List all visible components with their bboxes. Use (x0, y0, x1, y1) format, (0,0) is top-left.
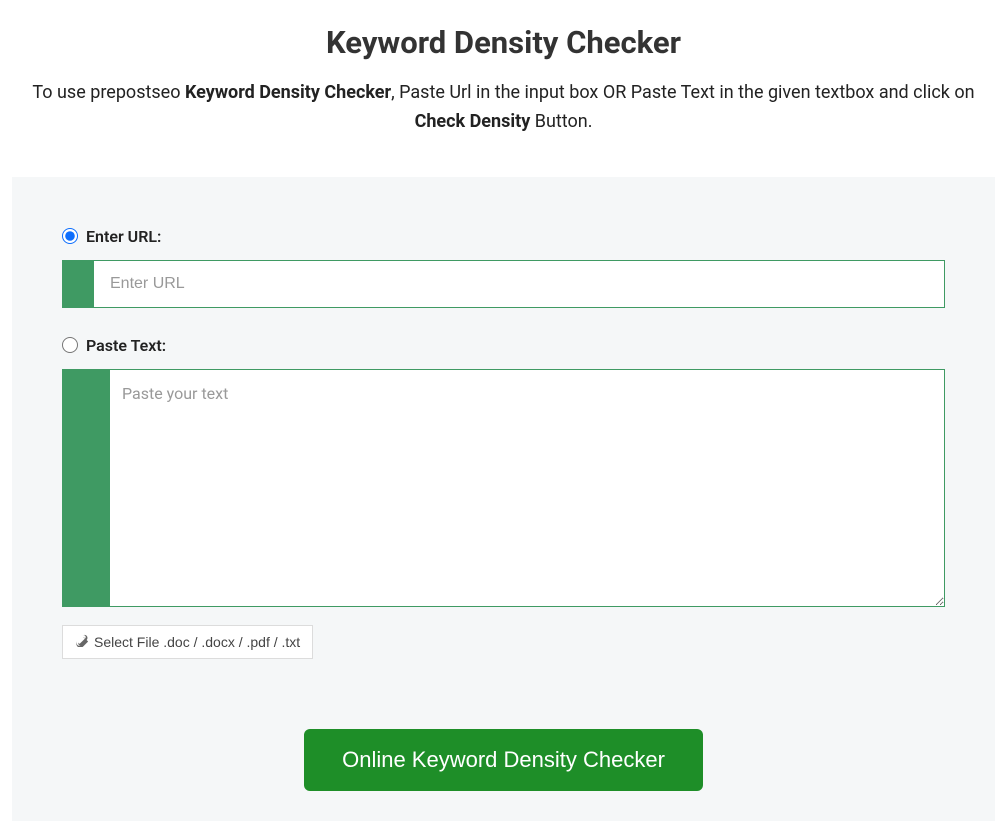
text-input[interactable] (110, 369, 945, 607)
url-radio-row: Enter URL: (62, 227, 945, 246)
paperclip-icon (75, 634, 88, 650)
desc-prefix: To use prepostseo (32, 82, 185, 103)
desc-bold2: Check Density (415, 111, 531, 132)
url-radio[interactable] (62, 228, 78, 244)
form-panel: Enter URL: Paste Text: Select File .doc … (12, 177, 995, 821)
url-input[interactable] (94, 260, 945, 308)
submit-row: Online Keyword Density Checker (62, 699, 945, 791)
text-radio-label[interactable]: Paste Text: (86, 336, 166, 355)
text-radio[interactable] (62, 337, 78, 353)
file-select-row: Select File .doc / .docx / .pdf / .txt (62, 625, 945, 659)
desc-suffix: Button. (530, 111, 592, 132)
desc-mid: , Paste Url in the input box OR Paste Te… (391, 82, 974, 103)
select-file-label: Select File .doc / .docx / .pdf / .txt (94, 634, 300, 650)
select-file-button[interactable]: Select File .doc / .docx / .pdf / .txt (62, 625, 313, 659)
main-container: Keyword Density Checker To use prepostse… (0, 24, 1007, 821)
url-radio-label[interactable]: Enter URL: (86, 227, 161, 246)
text-input-group (62, 369, 945, 607)
url-input-prefix (62, 260, 94, 308)
url-input-group (62, 260, 945, 308)
text-radio-row: Paste Text: (62, 336, 945, 355)
text-input-prefix (62, 369, 110, 607)
desc-bold1: Keyword Density Checker (185, 82, 391, 103)
page-title: Keyword Density Checker (0, 24, 1007, 61)
check-density-button[interactable]: Online Keyword Density Checker (304, 729, 703, 791)
page-description: To use prepostseo Keyword Density Checke… (12, 79, 995, 137)
